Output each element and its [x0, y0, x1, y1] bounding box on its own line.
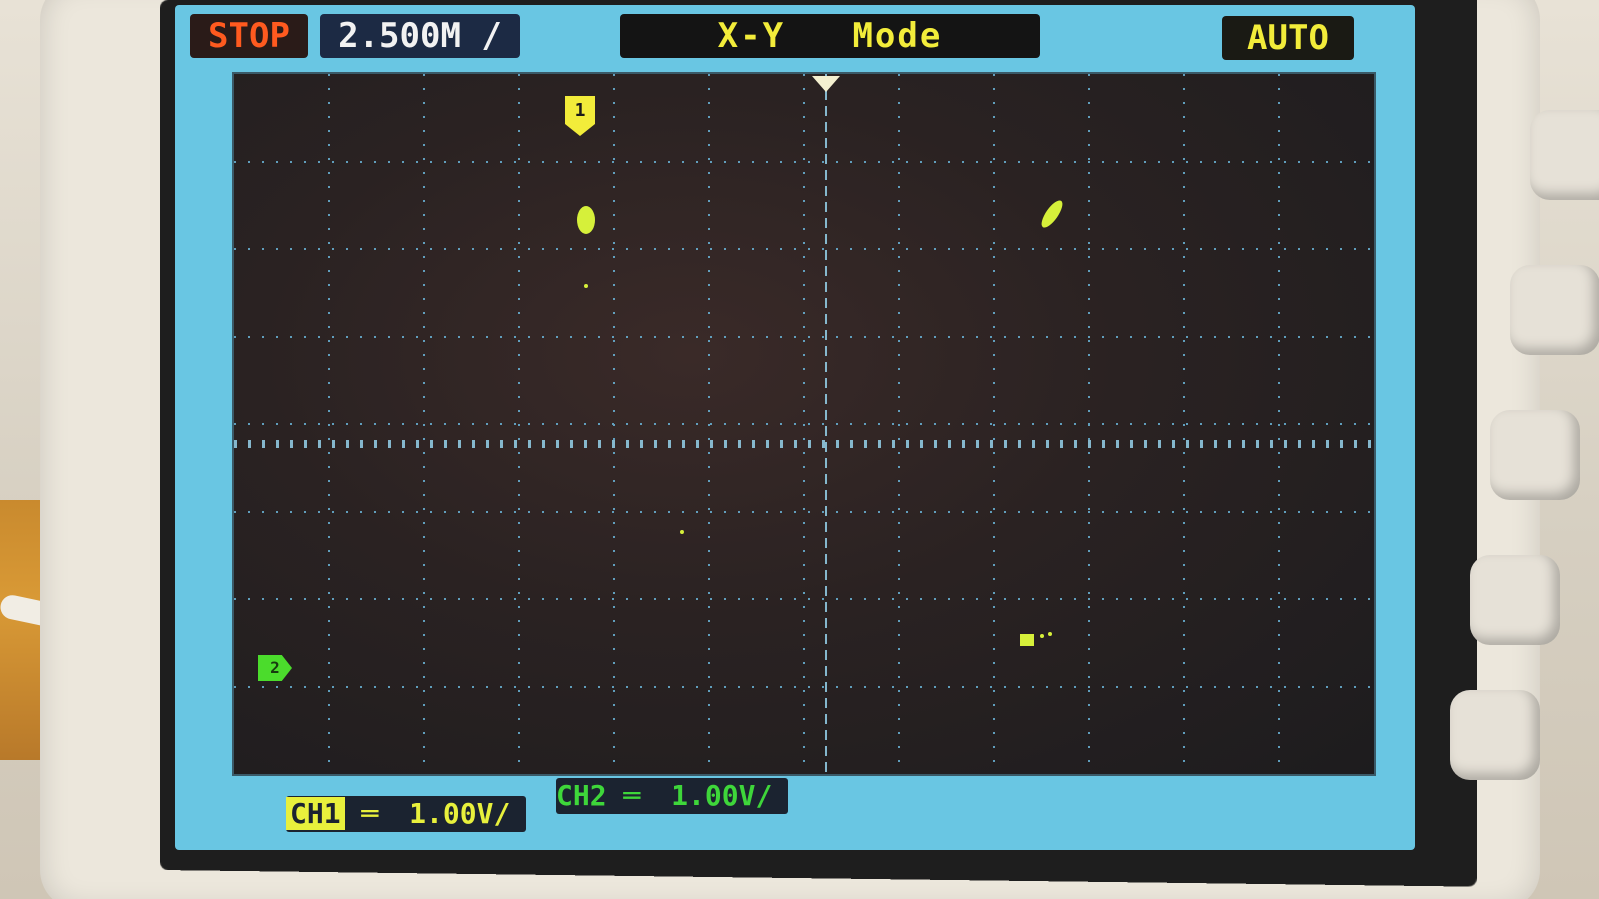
trigger-position-marker — [812, 76, 840, 92]
trace-point — [577, 206, 595, 234]
softkey-button-4[interactable] — [1470, 555, 1560, 645]
trace-point — [1040, 634, 1044, 638]
ch1-coupling-icon: ═ — [361, 797, 379, 830]
timebase-value: 2.500M — [338, 16, 461, 56]
ch1-scale: 1.00V/ — [409, 797, 511, 830]
trace-point — [1041, 200, 1063, 228]
trace-points — [577, 200, 1063, 646]
trigger-mode-indicator: AUTO — [1222, 16, 1354, 60]
ch2-coupling-icon: ═ — [623, 779, 641, 812]
trace-point — [584, 284, 588, 288]
xy-plot-area — [232, 72, 1376, 776]
ch2-scale-readout: CH2 ═ 1.00V/ — [556, 778, 788, 814]
softkey-button-3[interactable] — [1490, 410, 1580, 500]
slash-icon: / — [481, 16, 502, 56]
run-state-indicator: STOP — [190, 14, 308, 58]
ch1-label: CH1 — [286, 797, 345, 830]
softkey-button-2[interactable] — [1510, 265, 1599, 355]
trace-point — [680, 530, 684, 534]
softkey-button-1[interactable] — [1530, 110, 1599, 200]
ch2-scale: 1.00V/ — [671, 779, 773, 812]
ch2-label: CH2 — [556, 779, 607, 812]
mode-title: X-Y Mode — [620, 14, 1040, 58]
grid-dots — [234, 74, 1374, 774]
trace-point — [1048, 632, 1052, 636]
trace-point — [1020, 634, 1034, 646]
timebase-readout: 2.500M / — [320, 14, 520, 58]
ch1-scale-readout: CH1 ═ 1.00V/ — [286, 796, 526, 832]
softkey-button-5[interactable] — [1450, 690, 1540, 780]
scene: STOP 2.500M / X-Y Mode AUTO 1 2 CH1 ═ 1.… — [0, 0, 1599, 899]
grid-svg — [234, 74, 1374, 774]
